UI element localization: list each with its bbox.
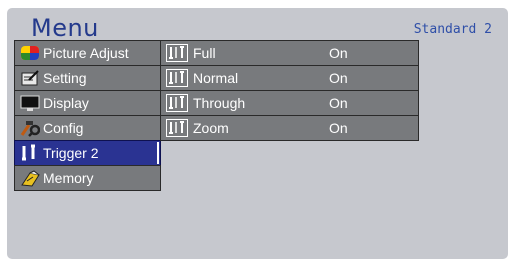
menu-item-label: Config xyxy=(43,120,84,136)
submenu-item-through[interactable]: Through On xyxy=(160,90,419,116)
menu-item-setting[interactable]: Setting xyxy=(14,65,161,91)
submenu-item-normal[interactable]: Normal On xyxy=(160,65,419,91)
trigger-mode-icon xyxy=(166,94,188,112)
menu-item-config[interactable]: Config xyxy=(14,115,161,141)
menu-item-label: Trigger 2 xyxy=(43,145,99,161)
menu-item-label: Setting xyxy=(43,70,87,86)
setting-icon xyxy=(20,69,40,87)
submenu-item-value[interactable]: On xyxy=(329,91,348,115)
memory-icon xyxy=(20,169,40,187)
menu-item-display[interactable]: Display xyxy=(14,90,161,116)
trigger-submenu: Full On Normal On Through On Zoom On xyxy=(160,40,419,141)
submenu-item-zoom[interactable]: Zoom On xyxy=(160,115,419,141)
menu-item-label: Picture Adjust xyxy=(43,45,129,61)
menu-item-label: Memory xyxy=(43,170,94,186)
submenu-item-value[interactable]: On xyxy=(329,66,348,90)
submenu-item-label: Through xyxy=(193,95,246,111)
config-icon xyxy=(20,119,40,137)
submenu-item-label: Normal xyxy=(193,70,239,86)
menu-item-trigger-2[interactable]: Trigger 2 xyxy=(14,140,161,166)
submenu-item-value[interactable]: On xyxy=(329,116,348,140)
osd-menu-panel: Menu Standard 2 Picture Adjust Setting D… xyxy=(7,8,508,259)
submenu-item-label: Full xyxy=(193,45,216,61)
submenu-item-value[interactable]: On xyxy=(329,41,348,65)
trigger-mode-icon xyxy=(166,69,188,87)
submenu-item-label: Zoom xyxy=(193,120,229,136)
menu-item-memory[interactable]: Memory xyxy=(14,165,161,191)
menu-item-picture-adjust[interactable]: Picture Adjust xyxy=(14,40,161,66)
trigger-mode-icon xyxy=(166,119,188,137)
trigger-icon xyxy=(20,144,40,162)
menu-item-label: Display xyxy=(43,95,89,111)
preset-label: Standard 2 xyxy=(413,22,492,37)
submenu-item-full[interactable]: Full On xyxy=(160,40,419,66)
main-menu-list: Picture Adjust Setting Display Config Tr… xyxy=(14,40,161,191)
menu-title: Menu xyxy=(31,14,99,42)
display-icon xyxy=(20,94,40,112)
picture-adjust-icon xyxy=(20,44,40,62)
trigger-mode-icon xyxy=(166,44,188,62)
